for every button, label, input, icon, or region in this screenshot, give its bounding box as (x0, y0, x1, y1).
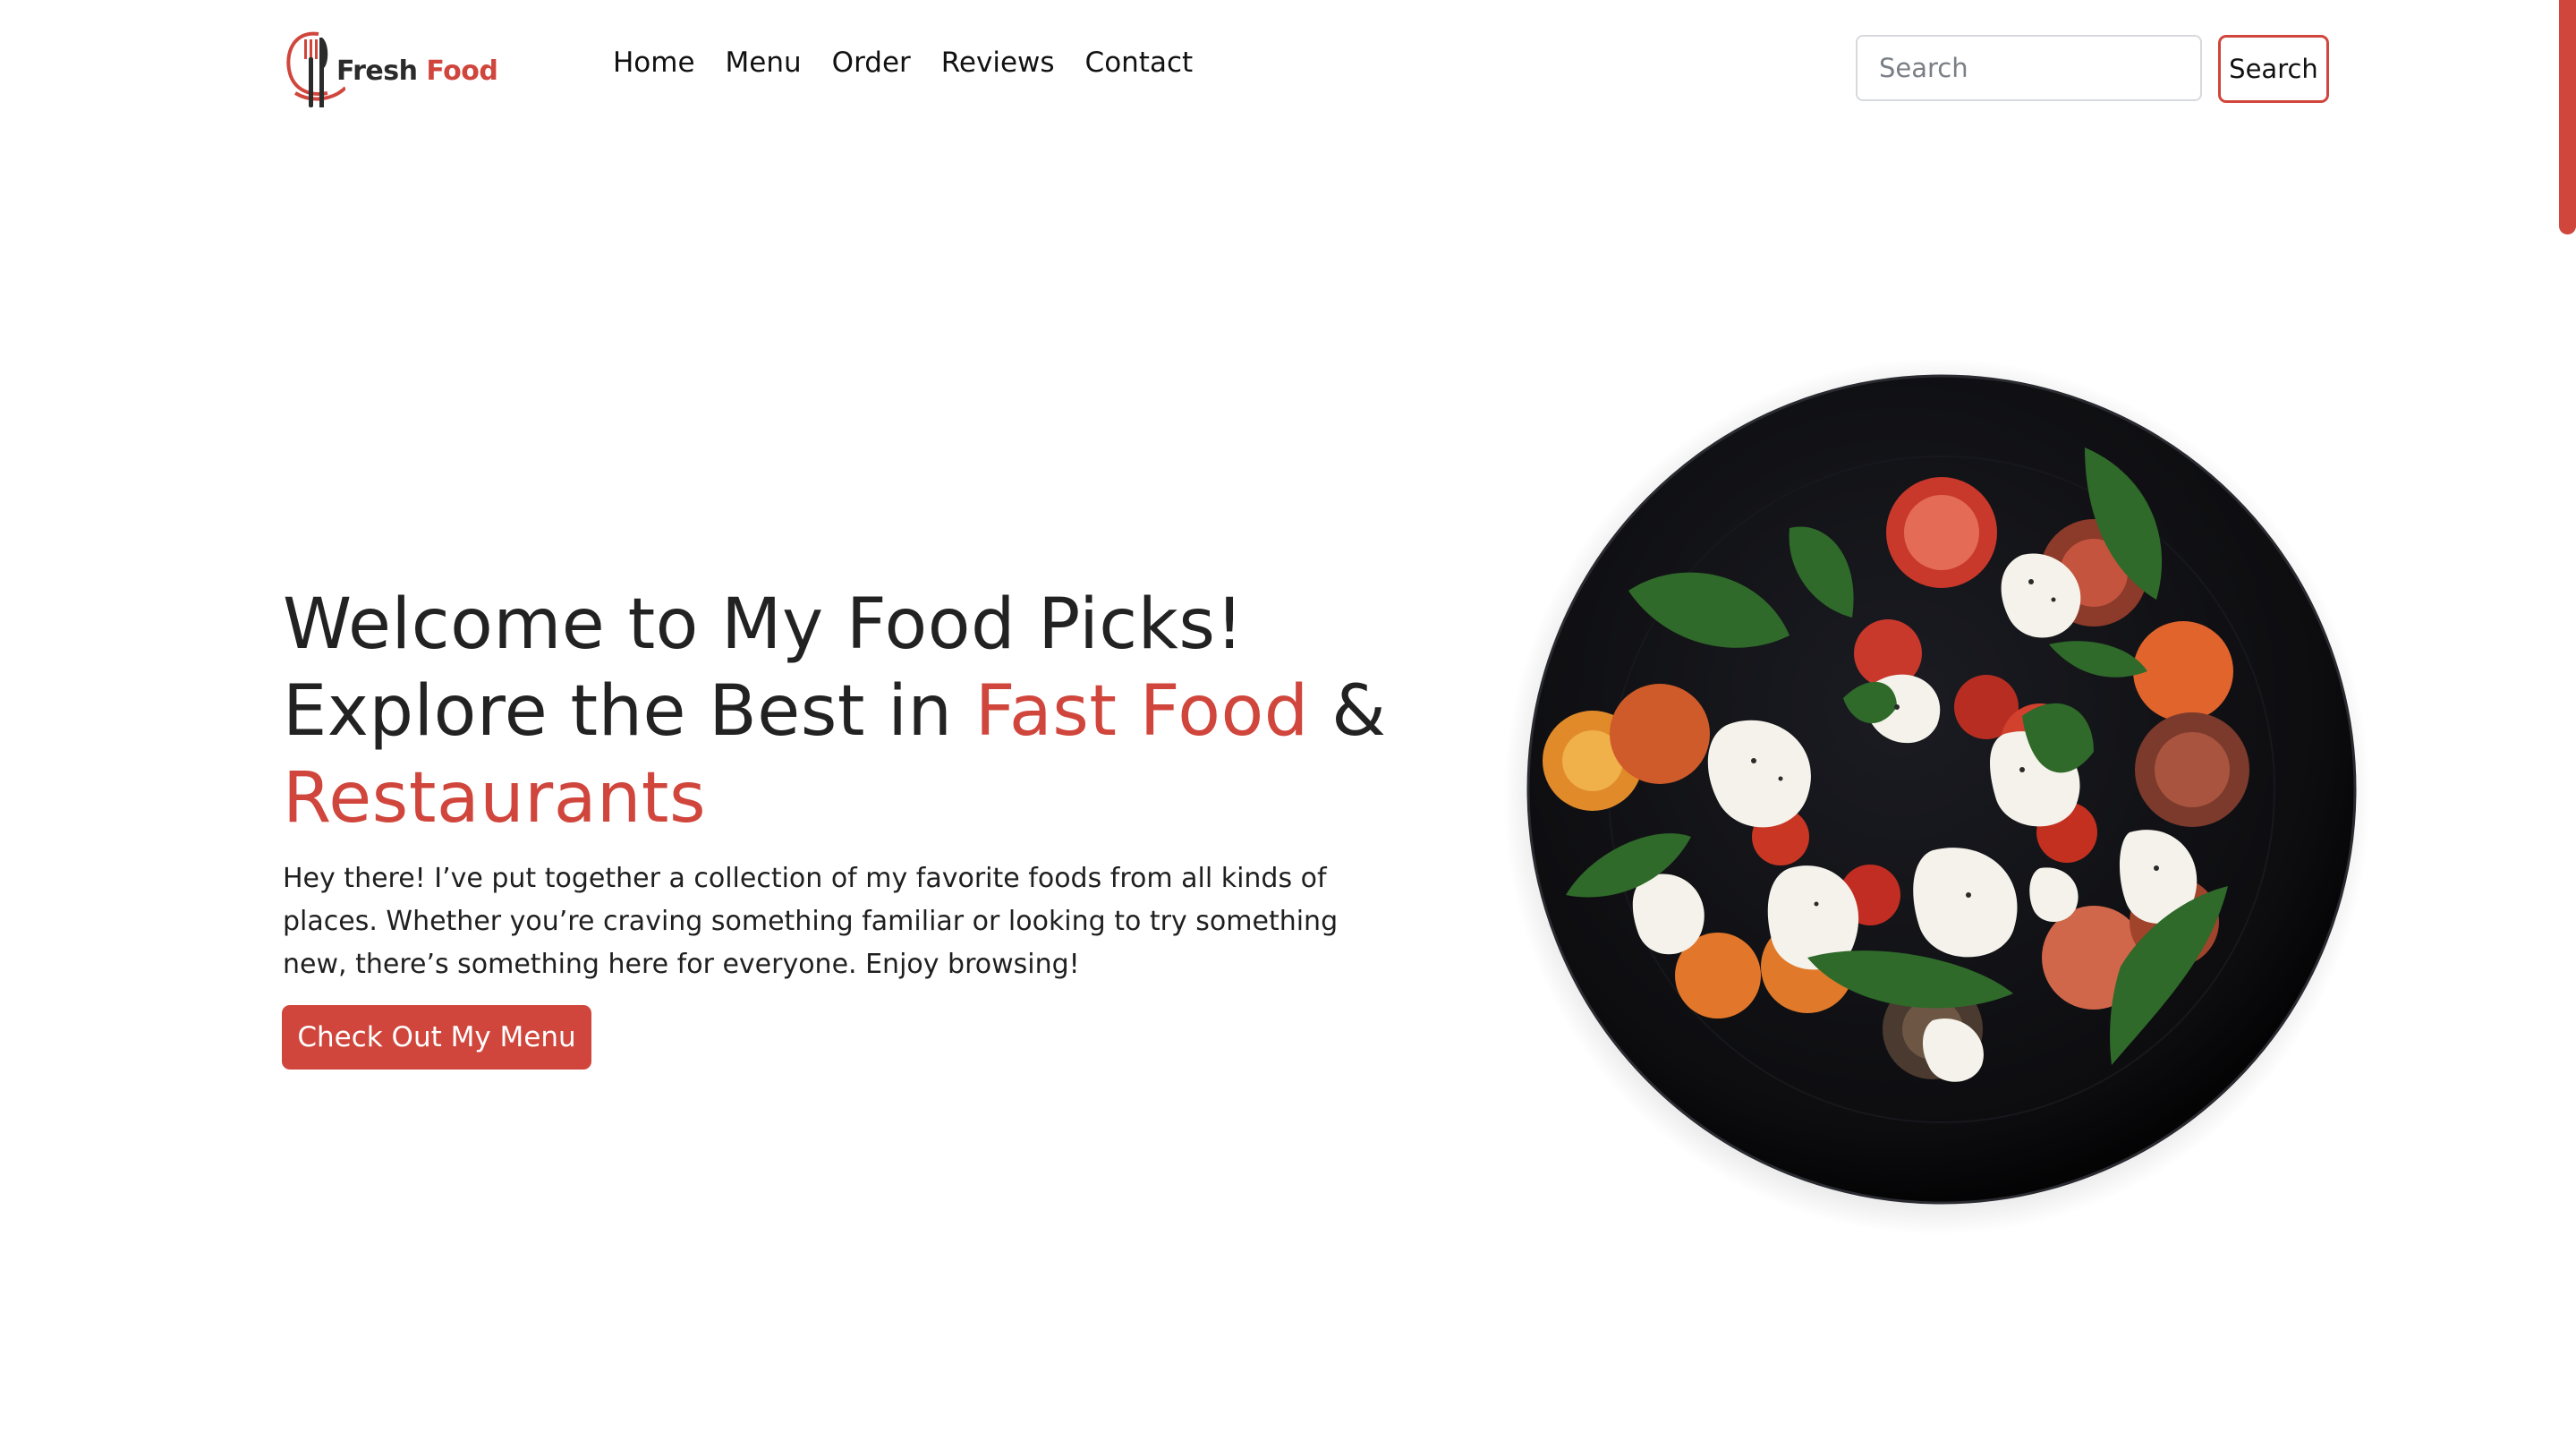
navbar: Fresh Food Home Menu Order Reviews Conta… (0, 0, 2576, 136)
search-button[interactable]: Search (2218, 35, 2329, 103)
search-input[interactable] (1856, 35, 2202, 101)
hero-title: Welcome to My Food Picks! Explore the Be… (283, 582, 1437, 842)
nav-link-order[interactable]: Order (832, 47, 911, 79)
nav-link-home[interactable]: Home (613, 47, 695, 79)
nav-link-reviews[interactable]: Reviews (941, 47, 1055, 79)
hero-title-accent-restaurants: Restaurants (283, 758, 707, 839)
hero-title-accent-fast-food: Fast Food (974, 671, 1309, 752)
check-out-menu-button[interactable]: Check Out My Menu (282, 1005, 591, 1070)
hero-title-line2-prefix: Explore the Best in (283, 671, 953, 752)
hero-title-line1: Welcome to My Food Picks! (283, 584, 1245, 665)
hero-description: Hey there! I’ve put together a collectio… (283, 863, 1339, 980)
nav-link-menu[interactable]: Menu (726, 47, 802, 79)
nav-link-contact[interactable]: Contact (1085, 47, 1194, 79)
scrollbar-thumb[interactable] (2559, 0, 2576, 234)
brand-word-food: Food (426, 55, 498, 87)
hero-title-ampersand: & (1331, 671, 1387, 752)
salad-plate-image (1467, 349, 2380, 1244)
brand-name: Fresh Food (336, 55, 498, 87)
brand-word-fresh: Fresh (336, 55, 418, 87)
brand-logo-link[interactable]: Fresh Food (283, 27, 498, 113)
main-nav: Home Menu Order Reviews Contact (613, 47, 1193, 79)
salad-plate-illustration (1503, 358, 2371, 1235)
